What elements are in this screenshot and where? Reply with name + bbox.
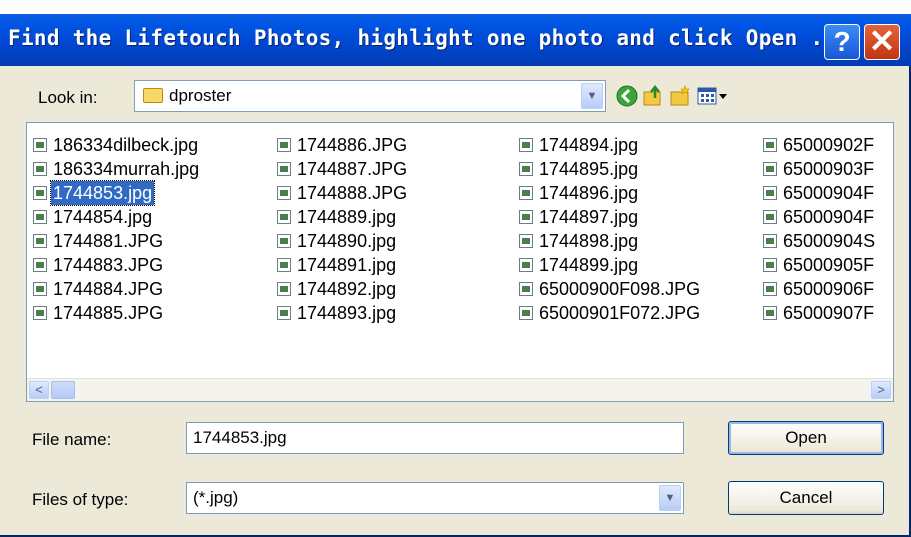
cancel-button[interactable]: Cancel xyxy=(728,481,884,515)
image-file-icon xyxy=(33,258,47,272)
file-column: 186334dilbeck.jpg 186334murrah.jpg 17448… xyxy=(29,133,201,325)
look-in-label: Look in: xyxy=(38,88,98,107)
file-item[interactable]: 1744854.jpg xyxy=(29,205,201,229)
file-item[interactable]: 1744897.jpg xyxy=(515,205,702,229)
file-item[interactable]: 186334dilbeck.jpg xyxy=(29,133,201,157)
file-item[interactable]: 1744884.JPG xyxy=(29,277,201,301)
file-type-dropdown[interactable]: (*.jpg) ▼ xyxy=(186,482,684,514)
file-item[interactable]: 1744881.JPG xyxy=(29,229,201,253)
file-item-selected[interactable]: 1744853.jpg xyxy=(29,180,201,206)
file-item[interactable]: 1744895.jpg xyxy=(515,157,702,181)
image-file-icon xyxy=(519,138,533,152)
open-file-dialog: Find the Lifetouch Photos, highlight one… xyxy=(0,0,911,537)
image-file-icon xyxy=(519,258,533,272)
file-type-label: Files of type: xyxy=(32,490,129,509)
look-in-dropdown[interactable]: dproster ▼ xyxy=(134,80,606,112)
file-item[interactable]: 1744899.jpg xyxy=(515,253,702,277)
image-file-icon xyxy=(763,162,777,176)
image-file-icon xyxy=(519,210,533,224)
image-file-icon xyxy=(763,282,777,296)
image-file-icon xyxy=(763,258,777,272)
file-column: 65000902F 65000903F 65000904F 65000904F … xyxy=(759,133,877,325)
file-item[interactable]: 1744886.JPG xyxy=(273,133,409,157)
scroll-left-button[interactable]: < xyxy=(29,381,49,399)
view-menu-icon[interactable] xyxy=(696,84,730,108)
image-file-icon xyxy=(277,186,291,200)
file-item[interactable]: 1744887.JPG xyxy=(273,157,409,181)
file-item[interactable]: 65000905F xyxy=(759,253,877,277)
file-item[interactable]: 1744892.jpg xyxy=(273,277,409,301)
image-file-icon xyxy=(277,234,291,248)
file-item[interactable]: 65000902F xyxy=(759,133,877,157)
image-file-icon xyxy=(277,210,291,224)
image-file-icon xyxy=(277,282,291,296)
file-item[interactable]: 65000900F098.JPG xyxy=(515,277,702,301)
help-button[interactable]: ? xyxy=(824,24,860,60)
image-file-icon xyxy=(33,138,47,152)
file-item[interactable]: 65000903F xyxy=(759,157,877,181)
image-file-icon xyxy=(763,138,777,152)
open-button[interactable]: Open xyxy=(728,421,884,455)
image-file-icon xyxy=(277,258,291,272)
file-item[interactable]: 1744891.jpg xyxy=(273,253,409,277)
look-in-value: dproster xyxy=(169,86,232,105)
back-icon[interactable] xyxy=(615,84,639,108)
file-name-input[interactable]: 1744853.jpg xyxy=(186,422,684,454)
image-file-icon xyxy=(519,186,533,200)
image-file-icon xyxy=(519,306,533,320)
image-file-icon xyxy=(763,210,777,224)
horizontal-scrollbar[interactable]: < > xyxy=(27,378,893,401)
dialog-title: Find the Lifetouch Photos, highlight one… xyxy=(8,26,850,50)
image-file-icon xyxy=(33,210,47,224)
file-item[interactable]: 1744888.JPG xyxy=(273,181,409,205)
file-item[interactable]: 65000901F072.JPG xyxy=(515,301,702,325)
image-file-icon xyxy=(763,306,777,320)
file-item[interactable]: 186334murrah.jpg xyxy=(29,157,201,181)
scrollbar-thumb[interactable] xyxy=(51,381,75,399)
file-item[interactable]: 1744894.jpg xyxy=(515,133,702,157)
title-bar[interactable]: Find the Lifetouch Photos, highlight one… xyxy=(0,14,911,66)
chevron-down-icon[interactable]: ▼ xyxy=(581,83,603,109)
file-list[interactable]: 186334dilbeck.jpg 186334murrah.jpg 17448… xyxy=(26,122,894,402)
image-file-icon xyxy=(277,306,291,320)
scroll-right-button[interactable]: > xyxy=(871,381,891,399)
image-file-icon xyxy=(33,234,47,248)
file-item[interactable]: 1744885.JPG xyxy=(29,301,201,325)
file-column: 1744886.JPG 1744887.JPG 1744888.JPG 1744… xyxy=(273,133,409,325)
file-item[interactable]: 1744893.jpg xyxy=(273,301,409,325)
image-file-icon xyxy=(33,306,47,320)
file-item[interactable]: 1744896.jpg xyxy=(515,181,702,205)
file-item[interactable]: 65000904F xyxy=(759,181,877,205)
up-folder-icon[interactable] xyxy=(641,84,665,108)
file-type-value: (*.jpg) xyxy=(193,488,239,507)
image-file-icon xyxy=(763,186,777,200)
file-item[interactable]: 1744890.jpg xyxy=(273,229,409,253)
file-item[interactable]: 65000904S xyxy=(759,229,877,253)
image-file-icon xyxy=(277,162,291,176)
image-file-icon xyxy=(33,282,47,296)
file-item[interactable]: 1744883.JPG xyxy=(29,253,201,277)
image-file-icon xyxy=(519,282,533,296)
image-file-icon xyxy=(33,162,47,176)
background-strip xyxy=(0,0,911,14)
file-item[interactable]: 65000904F xyxy=(759,205,877,229)
image-file-icon xyxy=(277,138,291,152)
image-file-icon xyxy=(519,162,533,176)
chevron-down-icon[interactable]: ▼ xyxy=(659,485,681,511)
file-item[interactable]: 1744898.jpg xyxy=(515,229,702,253)
file-item[interactable]: 65000907F xyxy=(759,301,877,325)
image-file-icon xyxy=(519,234,533,248)
new-folder-icon[interactable] xyxy=(668,84,692,108)
file-name-label: File name: xyxy=(32,430,112,449)
file-item[interactable]: 65000906F xyxy=(759,277,877,301)
image-file-icon xyxy=(763,234,777,248)
close-button[interactable]: ✕ xyxy=(864,24,900,60)
folder-icon xyxy=(143,88,163,103)
file-column: 1744894.jpg 1744895.jpg 1744896.jpg 1744… xyxy=(515,133,702,325)
image-file-icon xyxy=(33,186,47,200)
file-item[interactable]: 1744889.jpg xyxy=(273,205,409,229)
